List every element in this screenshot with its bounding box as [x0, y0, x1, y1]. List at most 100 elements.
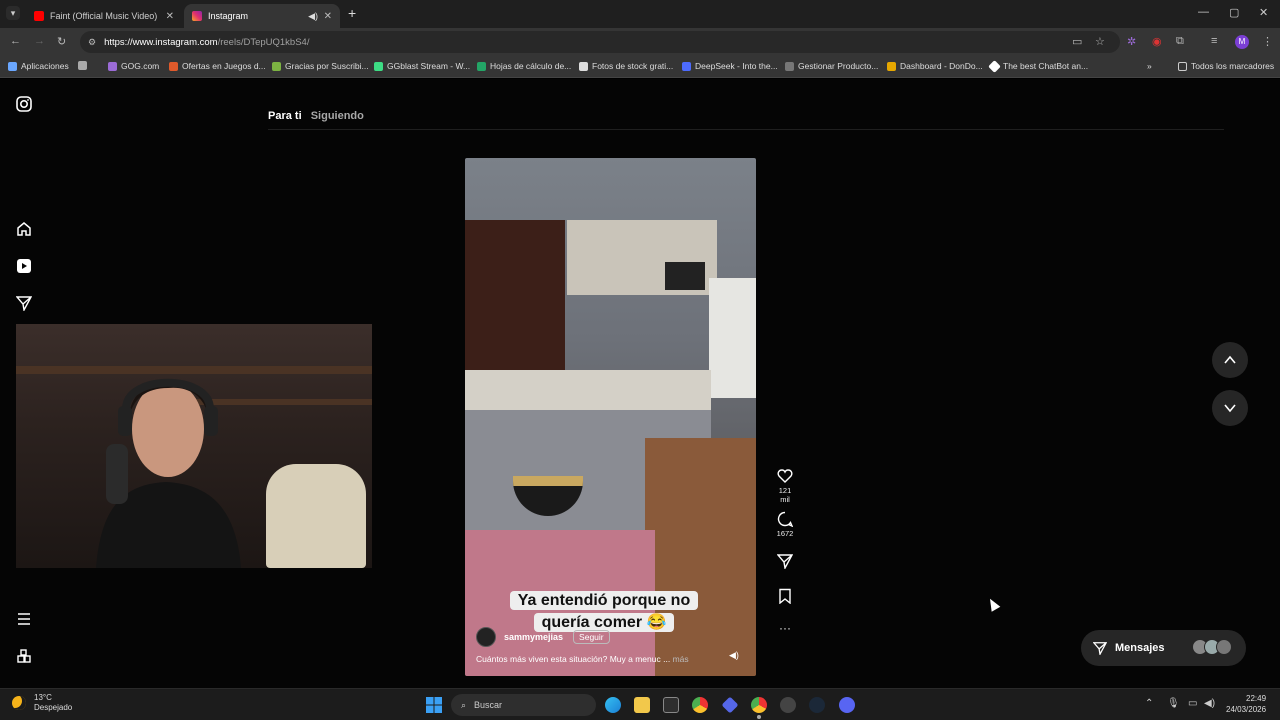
extension-red-icon[interactable]: ◉ — [1152, 35, 1162, 48]
bookmarks-bar: Aplicaciones GOG.com Ofertas en Juegos d… — [0, 56, 1280, 78]
app-diamond-icon[interactable] — [721, 696, 739, 714]
speaker-icon[interactable]: ◀) — [308, 11, 318, 22]
folder-icon — [887, 61, 896, 71]
app-settings-icon[interactable] — [780, 697, 796, 713]
like-button[interactable]: 121 mil — [775, 468, 795, 504]
bookmark-dashboard[interactable]: Dashboard - DonDo... — [887, 61, 983, 71]
more-apps-icon[interactable] — [16, 648, 32, 664]
chevron-down-icon — [1224, 404, 1236, 413]
more-link[interactable]: más — [673, 654, 689, 664]
taskbar-search[interactable]: ⌕ Buscar — [451, 694, 596, 716]
more-menu-icon[interactable]: ⋮ — [1262, 35, 1273, 48]
tab-title: Instagram — [208, 11, 249, 21]
close-window-icon[interactable]: ✕ — [1259, 6, 1268, 19]
forward-icon[interactable]: → — [34, 35, 45, 47]
site-info-icon[interactable]: ⚙ — [88, 37, 96, 48]
bookmark-ggblast[interactable]: GGblast Stream - W... — [374, 61, 470, 71]
back-icon[interactable]: ← — [10, 35, 21, 47]
likes-count: 121 mil — [778, 486, 792, 504]
gestionar-icon — [785, 61, 794, 71]
direct-message-icon[interactable] — [16, 295, 32, 311]
reel-description[interactable]: Cuántos más viven esta situación? Muy a … — [476, 654, 689, 664]
volume-icon[interactable]: ◀) — [729, 650, 743, 664]
tab-instagram[interactable]: Instagram ◀) ✕ — [184, 4, 340, 28]
system-clock[interactable]: 22:49 24/03/2026 — [1226, 693, 1266, 715]
bookmark-fotos[interactable]: Fotos de stock grati... — [579, 61, 673, 71]
edge-icon[interactable] — [605, 697, 621, 713]
messages-button[interactable]: Mensajes — [1081, 630, 1246, 666]
extensions-puzzle-icon[interactable]: ⧉ — [1176, 35, 1184, 48]
instagram-logo-icon[interactable] — [16, 96, 32, 112]
message-avatars — [1192, 639, 1232, 655]
windows-taskbar: 13°C Despejado ⌕ Buscar ⌃ 🎙 ▭ ◀) 22:49 2… — [0, 688, 1280, 720]
save-button[interactable] — [775, 588, 795, 606]
browser-tab-strip: ▾ Faint (Official Music Video) [4K ✕ Ins… — [0, 0, 1280, 28]
comment-icon — [777, 511, 793, 527]
bookmark-gog[interactable]: GOG.com — [108, 61, 159, 71]
microphone-icon[interactable]: 🎙 — [1167, 698, 1180, 709]
next-reel-button[interactable] — [1212, 390, 1248, 426]
video-wall-cabinet — [465, 220, 565, 370]
file-explorer-icon[interactable] — [634, 697, 650, 713]
new-tab-button[interactable]: + — [348, 5, 356, 21]
address-bar[interactable]: ⚙ https://www.instagram.com /reels/DTepU… — [80, 31, 1120, 53]
chevron-up-icon — [1224, 355, 1236, 364]
chrome-profile-icon[interactable] — [751, 697, 767, 713]
minimize-icon[interactable]: — — [1198, 6, 1209, 18]
chrome-icon[interactable] — [692, 697, 708, 713]
author-avatar[interactable] — [476, 627, 496, 647]
tab-menu-icon[interactable]: ≡ — [1211, 35, 1217, 47]
bookmark-apps[interactable]: Aplicaciones — [8, 61, 69, 71]
tab-siguiendo[interactable]: Siguiendo — [311, 110, 364, 122]
weather-condition: Despejado — [34, 703, 73, 712]
steam-icon[interactable] — [809, 697, 825, 713]
bookmarks-overflow-icon[interactable]: » — [1147, 61, 1152, 71]
tab-youtube[interactable]: Faint (Official Music Video) [4K ✕ — [26, 4, 182, 28]
close-tab-icon[interactable]: ✕ — [324, 11, 332, 22]
author-username[interactable]: sammymejias — [504, 632, 563, 642]
volume-tray-icon[interactable]: ◀) — [1204, 698, 1215, 709]
maximize-icon[interactable]: ▢ — [1229, 6, 1239, 19]
home-icon[interactable] — [16, 221, 32, 237]
gracias-icon — [272, 61, 281, 71]
chatbot-icon — [988, 59, 1001, 73]
search-placeholder: Buscar — [474, 700, 503, 710]
bookmark-gestionar[interactable]: Gestionar Producto... — [785, 61, 878, 71]
tab-para-ti[interactable]: Para ti — [268, 110, 302, 122]
reels-icon[interactable] — [16, 258, 32, 274]
grid-icon — [78, 61, 87, 70]
all-bookmarks[interactable]: Todos los marcadores — [1178, 61, 1274, 71]
follow-button[interactable]: Seguir — [573, 630, 610, 644]
comment-button[interactable]: 1672 — [775, 511, 795, 538]
bookmark-gracias[interactable]: Gracias por Suscribi... — [272, 61, 369, 71]
bookmark-chatbot[interactable]: The best ChatBot an... — [988, 59, 1088, 73]
reload-icon[interactable]: ↻ — [57, 35, 66, 48]
extension-gear-icon[interactable]: ✲ — [1127, 35, 1136, 48]
tray-chevron-icon[interactable]: ⌃ — [1145, 698, 1153, 709]
tab-title: Faint (Official Music Video) [4K — [50, 11, 160, 21]
hamburger-menu-icon[interactable] — [16, 611, 32, 627]
previous-reel-button[interactable] — [1212, 342, 1248, 378]
profile-avatar[interactable]: M — [1235, 35, 1249, 49]
reel-video[interactable]: Ya entendió porque no quería comer 😂 sam… — [465, 158, 756, 676]
share-icon — [777, 554, 793, 569]
app-g-icon[interactable] — [663, 697, 679, 713]
bookmark-sheets[interactable]: Hojas de cálculo de... — [477, 61, 571, 71]
close-tab-icon[interactable]: ✕ — [166, 11, 174, 22]
url-host: https://www.instagram.com — [104, 36, 218, 48]
more-options-button[interactable]: ··· — [775, 621, 795, 635]
sheets-icon — [477, 61, 486, 71]
tab-search-icon[interactable]: ▾ — [6, 6, 20, 20]
network-icon[interactable]: ▭ — [1188, 698, 1197, 709]
discord-icon[interactable] — [839, 697, 855, 713]
weather-widget[interactable]: 13°C Despejado — [12, 693, 72, 713]
cast-icon[interactable]: ▭ — [1072, 35, 1082, 48]
bookmark-deepseek[interactable]: DeepSeek - Into the... — [682, 61, 778, 71]
bookmark-grid-icon[interactable] — [78, 61, 91, 70]
url-path: /reels/DTepUQ1kbS4/ — [217, 36, 310, 48]
bookmark-ofertas[interactable]: Ofertas en Juegos d... — [169, 61, 266, 71]
windows-start-icon[interactable] — [426, 697, 442, 713]
bookmark-star-icon[interactable]: ☆ — [1095, 35, 1105, 48]
share-button[interactable] — [775, 553, 795, 571]
webcam-person — [96, 378, 241, 568]
